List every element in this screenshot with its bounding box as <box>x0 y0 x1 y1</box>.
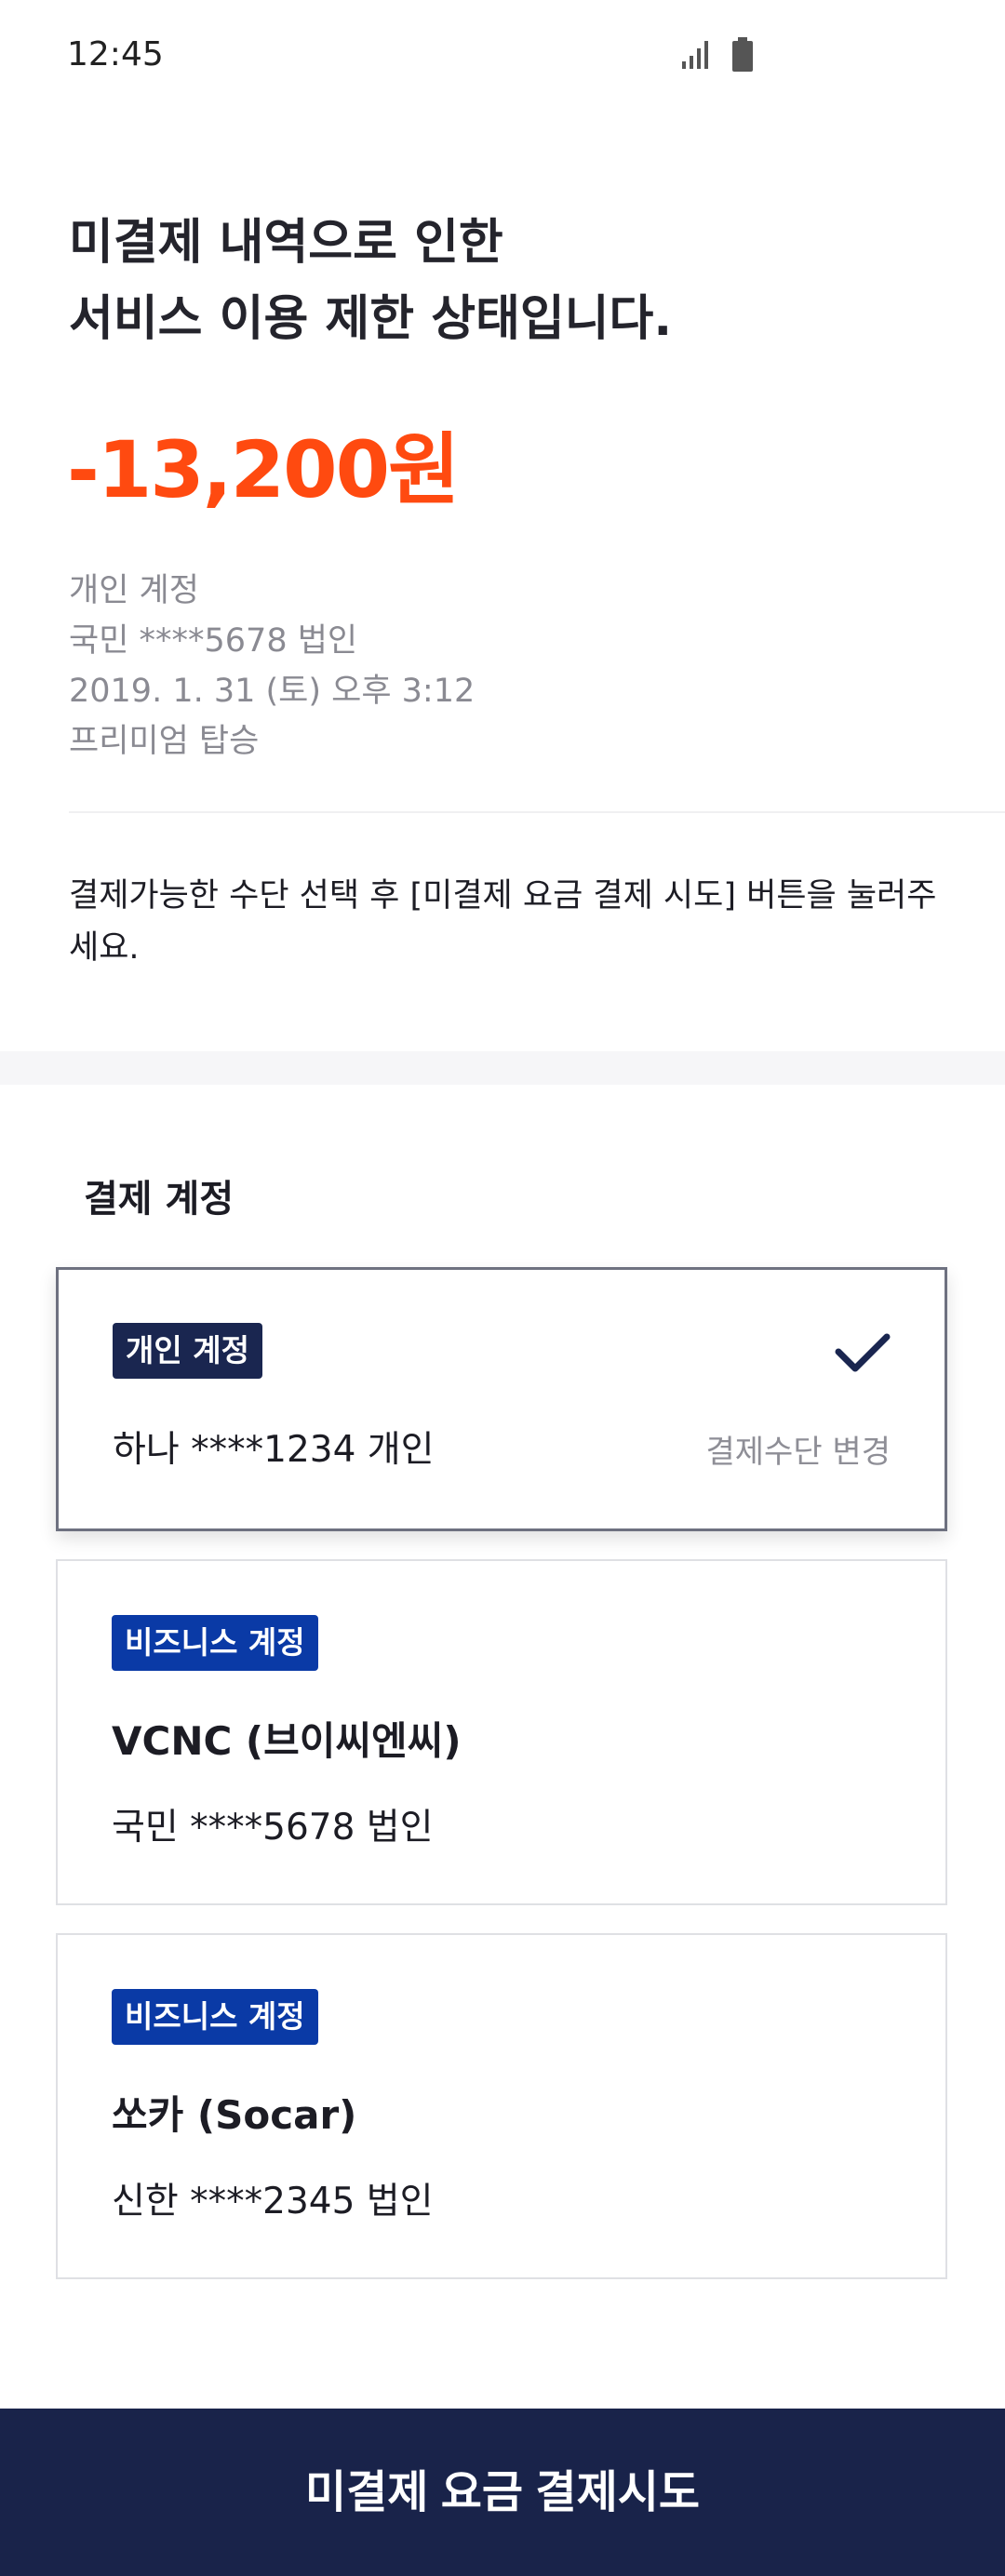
status-time: 12:45 <box>67 35 164 73</box>
app-screen: 12:45 미결제 내역으로 인한 서비스 이용 제한 상태입니다. -13,2… <box>0 0 1005 2576</box>
change-payment-method-link[interactable]: 결제수단 변경 <box>706 1426 891 1472</box>
page-title-line-2: 서비스 이용 제한 상태입니다. <box>69 291 673 347</box>
account-card-number: 국민 ****5678 법인 <box>112 1807 434 1849</box>
unpaid-amount: -13,200원 <box>67 424 460 515</box>
ride-datetime: 2019. 1. 31 (토) 오후 3:12 <box>69 673 476 710</box>
account-type-badge: 비즈니스 계정 <box>112 1989 318 2045</box>
ride-info: 개인 계정 국민 ****5678 법인 2019. 1. 31 (토) 오후 … <box>69 566 475 767</box>
account-type-badge: 비즈니스 계정 <box>112 1615 318 1671</box>
account-card-number: 신한 ****2345 법인 <box>112 2181 434 2222</box>
signal-icon <box>682 41 708 69</box>
status-bar: 12:45 <box>0 0 1005 112</box>
account-company-name: 쏘카 (Socar) <box>112 2092 357 2138</box>
divider <box>69 811 1005 813</box>
payment-section-title: 결제 계정 <box>84 1178 234 1221</box>
payment-account-card-socar[interactable]: 비즈니스 계정 쏘카 (Socar) 신한 ****2345 법인 <box>56 1933 947 2279</box>
ride-service: 프리미엄 탑승 <box>69 723 260 760</box>
payment-account-card-vcnc[interactable]: 비즈니스 계정 VCNC (브이씨엔씨) 국민 ****5678 법인 <box>56 1559 947 1905</box>
section-separator <box>0 1051 1005 1085</box>
battery-icon <box>732 37 753 72</box>
account-type-badge: 개인 계정 <box>113 1323 262 1379</box>
ride-card: 국민 ****5678 법인 <box>69 622 358 660</box>
payment-account-card-personal[interactable]: 개인 계정 하나 ****1234 개인 결제수단 변경 <box>56 1267 947 1531</box>
page-title: 미결제 내역으로 인한 서비스 이용 제한 상태입니다. <box>69 205 906 357</box>
instruction-text: 결제가능한 수단 선택 후 [미결제 요금 결제 시도] 버튼을 눌러주세요. <box>69 877 937 967</box>
pay-unpaid-fare-button[interactable]: 미결제 요금 결제시도 <box>0 2409 1005 2576</box>
check-icon <box>835 1333 891 1372</box>
page-title-line-1: 미결제 내역으로 인한 <box>69 215 503 271</box>
ride-account-type: 개인 계정 <box>69 572 199 609</box>
account-card-number: 하나 ****1234 개인 <box>113 1429 435 1471</box>
account-company-name: VCNC (브이씨엔씨) <box>112 1718 462 1764</box>
